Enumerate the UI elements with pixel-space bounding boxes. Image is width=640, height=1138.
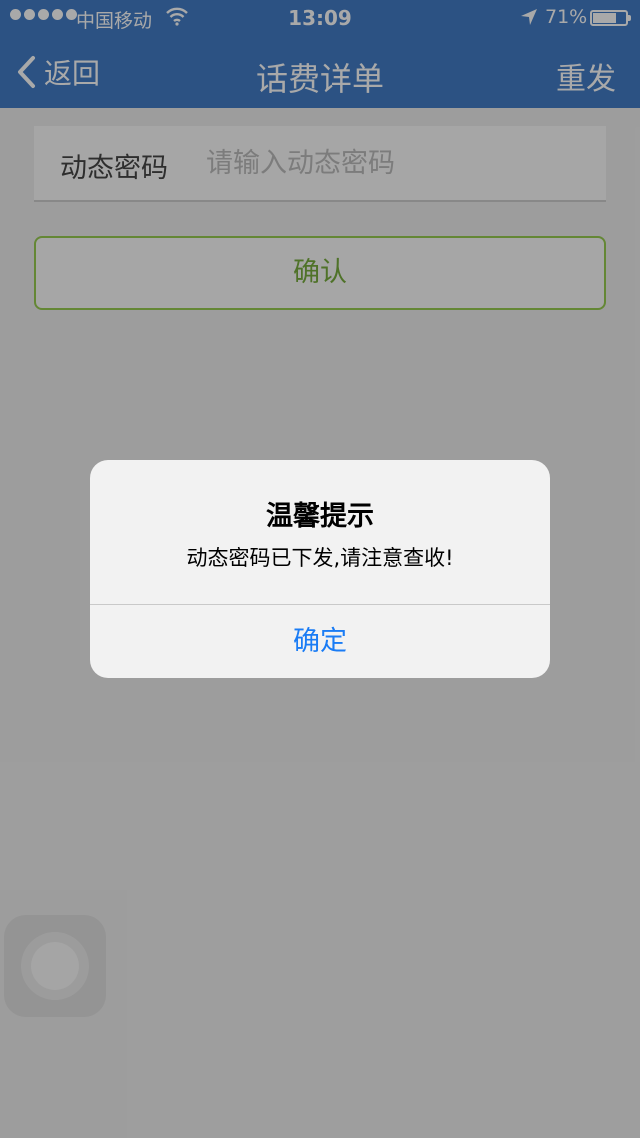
alert-message: 动态密码已下发,请注意查收! (186, 546, 454, 570)
screen: 中国移动 13:09 71% 返回 话费详单 重发 动态密码 请输入动态密码 确… (0, 0, 640, 1138)
alert-title: 温馨提示 (266, 501, 374, 532)
alert-dialog: 温馨提示 动态密码已下发,请注意查收! 确定 (90, 460, 550, 678)
alert-ok-button[interactable]: 确定 (90, 605, 550, 678)
